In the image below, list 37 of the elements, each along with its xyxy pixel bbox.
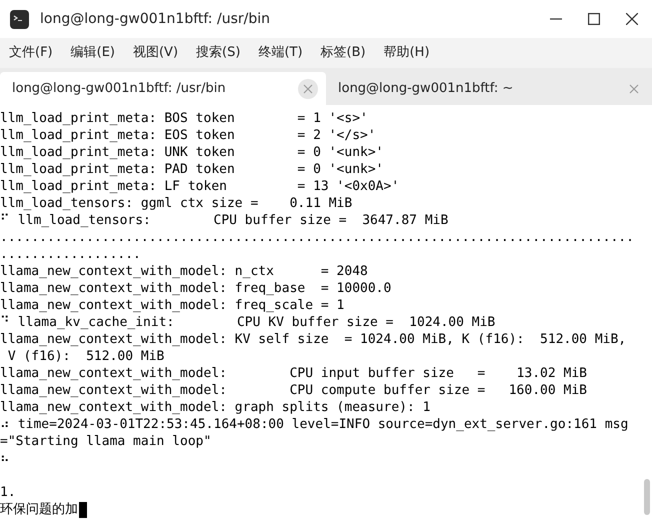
menu-item[interactable]: 视图(V) [132,43,178,63]
terminal-line: ⠴ time=2024-03-01T22:53:45.164+08:00 level=INFO source=dyn_ext_server.go:161 msg [0,416,628,433]
terminal-line: ................................................................................. [0,229,634,246]
terminal-line: llama_new_context_with_model: CPU compute buffer size = 160.00 MiB [0,382,587,399]
maximize-icon[interactable] [588,13,600,25]
menu-item[interactable]: 编辑(E) [70,43,115,63]
terminal-line: llm_load_print_meta: EOS token = 2 '</s>' [0,127,376,144]
terminal-line: .................. [0,246,141,263]
terminal-line: llm_load_print_meta: PAD token = 0 '<unk>' [0,161,384,178]
terminal-line: llama_new_context_with_model: graph splits (measure): 1 [0,399,430,416]
terminal-line: llm_load_print_meta: UNK token = 0 '<unk>' [0,144,384,161]
menu-item[interactable]: 帮助(H) [384,43,430,63]
terminal-line: llama_new_context_with_model: freq_scale = 1 [0,297,344,314]
scrollbar-thumb[interactable] [644,479,650,515]
terminal-line: llm_load_print_meta: LF token = 13 '<0x0A>' [0,178,400,195]
terminal-app-icon [10,10,29,28]
terminal-line: llama_new_context_with_model: n_ctx = 2048 [0,263,368,280]
close-icon[interactable] [626,13,638,25]
terminal-line: 环保问题的加 [0,501,78,518]
menu-item[interactable]: 搜索(S) [196,43,240,63]
tab[interactable]: long@long-gw001n1bftf: /usr/bin [0,72,326,105]
terminal-line: V (f16): 512.00 MiB [6,348,164,365]
terminal-line: llama_new_context_with_model: KV self size = 1024.00 MiB, K (f16): 512.00 MiB, [0,331,626,348]
terminal-line: ⠙ llama_kv_cache_init: CPU KV buffer size = 1024.00 MiB [0,314,496,331]
terminal-line: ="Starting llama main loop" [0,433,212,450]
terminal-line: llama_new_context_with_model: freq_base = 10000.0 [0,280,392,297]
terminal-line: llm_load_print_meta: BOS token = 1 '<s>' [0,110,368,127]
terminal-line: llama_new_context_with_model: CPU input buffer size = 13.02 MiB [0,365,587,382]
window-title: long@long-gw001n1bftf: /usr/bin [40,10,270,28]
terminal-line: ⠦ [0,450,10,467]
terminal-line: ⠋ llm_load_tensors: CPU buffer size = 3647.87 MiB [0,212,448,229]
menu-item[interactable]: 标签(B) [320,43,366,63]
terminal-line: llm_load_tensors: ggml ctx size = 0.11 MiB [0,195,352,212]
close-tab-icon[interactable] [298,78,318,98]
menu-item[interactable]: 文件(F) [9,43,53,63]
menu-item[interactable]: 终端(T) [258,43,303,63]
terminal-line: 1. [0,484,16,501]
